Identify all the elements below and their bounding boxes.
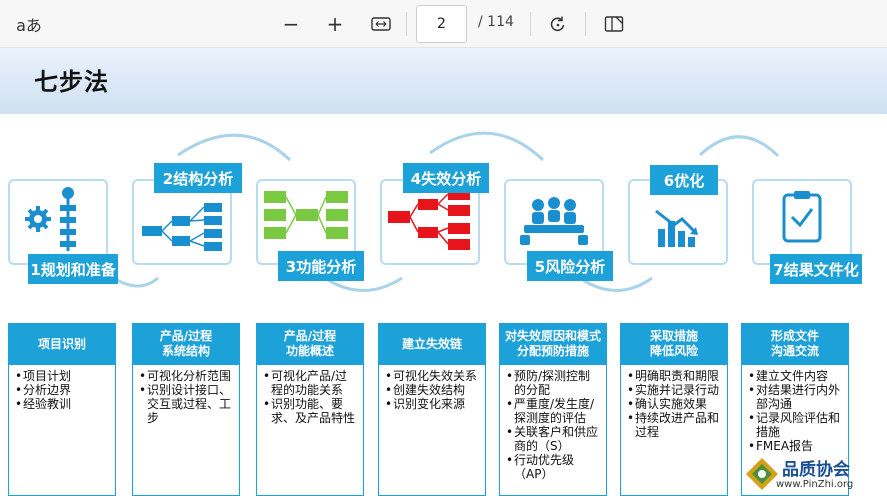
column-head-2: 产品/过程 系统结构 [132, 323, 240, 365]
list-item: 分析边界 [15, 383, 111, 397]
list-item: 建立文件内容 [748, 369, 844, 383]
page-number-input[interactable] [416, 5, 467, 43]
failure-chain-icon [388, 189, 470, 250]
list-item: 经验教训 [15, 397, 111, 411]
list-item: 可视化失效关系 [385, 369, 481, 383]
step-label-3: 3功能分析 [278, 251, 364, 281]
step-label-2: 2结构分析 [154, 163, 242, 193]
column-head-text: 产品/过程 系统结构 [159, 329, 213, 358]
planning-gear-icon [25, 187, 76, 251]
list-item: 明确职责和期限 [627, 369, 723, 383]
column-head-text: 对失效原因和模式分配预防措施 [504, 329, 601, 358]
list-item: 识别功能、要求、及产品特性 [263, 397, 359, 425]
step-label-1: 1规划和准备 [28, 254, 118, 284]
clipboard-check-icon [782, 191, 822, 243]
list-item: 可视化产品/过程的功能关系 [263, 369, 359, 397]
page-total: / 114 [478, 14, 514, 30]
column-head-6: 采取措施 降低风险 [620, 323, 728, 365]
step-label-4: 4失效分析 [403, 163, 489, 193]
column-body-1: 项目计划 分析边界 经验教训 [8, 365, 116, 496]
structure-tree-icon [142, 203, 222, 251]
column-head-1: 项目识别 [8, 323, 116, 365]
list-item: FMEA报告 [748, 439, 844, 453]
list-item: 预防/探测控制的分配 [506, 369, 602, 397]
watermark: 品质协会 www.PinZhi.org [742, 452, 887, 496]
column-body-3: 可视化产品/过程的功能关系 识别功能、要求、及产品特性 [256, 365, 364, 496]
watermark-url: www.PinZhi.org [776, 479, 854, 490]
column-head-4: 建立失效链 [378, 323, 486, 365]
list-item: 持续改进产品和过程 [627, 411, 723, 439]
zoom-in-icon[interactable]: + [322, 10, 348, 38]
list-item: 可视化分析范围 [139, 369, 235, 383]
column-head-text: 建立失效链 [401, 336, 462, 351]
list-item: 对结果进行内外部沟通 [748, 383, 844, 411]
toolbar-separator [530, 12, 531, 36]
list-item: 识别变化来源 [385, 397, 481, 411]
step-card-1 [8, 179, 108, 265]
column-body-5: 预防/探测控制的分配 严重度/发生度/探测度的评估 关联客户和供应商的（S） 行… [499, 365, 607, 496]
fit-width-icon[interactable] [368, 10, 394, 38]
step-label-7: 7结果文件化 [770, 254, 862, 284]
toolbar-separator [406, 12, 407, 36]
list-item: 实施并记录行动 [627, 383, 723, 397]
column-head-text: 项目识别 [37, 336, 86, 351]
column-head-3: 产品/过程 功能概述 [256, 323, 364, 365]
list-item: 关联客户和供应商的（S） [506, 425, 602, 453]
column-head-text: 产品/过程 功能概述 [283, 329, 337, 358]
column-head-5: 对失效原因和模式分配预防措施 [499, 323, 607, 365]
column-head-text: 形成文件 沟通交流 [770, 329, 819, 358]
rotate-icon[interactable] [545, 10, 571, 38]
toolbar-separator [585, 12, 586, 36]
step-card-7 [752, 179, 852, 265]
list-item: 严重度/发生度/探测度的评估 [506, 397, 602, 425]
watermark-name: 品质协会 [782, 460, 850, 480]
step-label-6: 6优化 [650, 165, 718, 195]
list-item: 行动优先级（AP） [506, 453, 602, 481]
list-item: 创建失效结构 [385, 383, 481, 397]
step-label-5: 5风险分析 [527, 251, 613, 281]
list-item: 项目计划 [15, 369, 111, 383]
column-head-7: 形成文件 沟通交流 [741, 323, 849, 365]
column-body-6: 明确职责和期限 实施并记录行动 确认实施效果 持续改进产品和过程 [620, 365, 728, 496]
column-head-text: 采取措施 降低风险 [649, 329, 698, 358]
list-item: 记录风险评估和措施 [748, 411, 844, 439]
list-item: 确认实施效果 [627, 397, 723, 411]
read-aloud-icon[interactable]: aあ [14, 10, 44, 38]
list-item: 识别设计接口、交互或过程、工步 [139, 383, 235, 425]
column-body-4: 可视化失效关系 创建失效结构 识别变化来源 [378, 365, 486, 496]
pdf-toolbar: aあ − + / 114 [0, 0, 887, 48]
slide-page: 七步法 1规划和准备 2结构分析 3功能分析 4失效分析 5风险分析 6优化 7… [0, 48, 887, 496]
page-view-icon[interactable] [601, 10, 627, 38]
column-body-2: 可视化分析范围 识别设计接口、交互或过程、工步 [132, 365, 240, 496]
zoom-out-icon[interactable]: − [278, 10, 304, 38]
